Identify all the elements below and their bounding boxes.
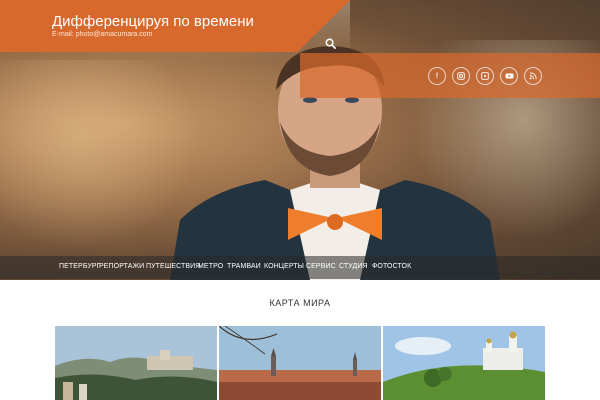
main-nav: ПЕТЕРБУРГ РЕПОРТАЖИ ПУТЕШЕСТВИЯ МЕТРО ТР… bbox=[0, 256, 600, 279]
youtube-icon[interactable] bbox=[500, 67, 518, 85]
gallery-thumb[interactable] bbox=[219, 326, 381, 400]
nav-item-peterburg[interactable]: ПЕТЕРБУРГ bbox=[59, 263, 101, 270]
site-email: E-mail: photo@amacumara.com bbox=[52, 31, 153, 38]
gallery-photo bbox=[55, 326, 217, 400]
gallery-photo bbox=[383, 326, 545, 400]
nav-item-reportazhi[interactable]: РЕПОРТАЖИ bbox=[99, 263, 144, 270]
nav-item-puteshestviya[interactable]: ПУТЕШЕСТВИЯ bbox=[146, 263, 200, 270]
nav-item-studiya[interactable]: СТУДИЯ bbox=[339, 263, 368, 270]
search-icon bbox=[325, 38, 336, 49]
nav-item-fotostok[interactable]: ФОТОСТОК bbox=[372, 263, 411, 270]
nav-item-servis[interactable]: СЕРВИС bbox=[306, 263, 336, 270]
bow-tie-knot bbox=[327, 214, 343, 230]
gallery-thumb[interactable] bbox=[55, 326, 217, 400]
nav-item-metro[interactable]: МЕТРО bbox=[198, 263, 223, 270]
gallery-photo bbox=[219, 326, 381, 400]
rss-icon[interactable] bbox=[524, 67, 542, 85]
facebook-icon[interactable]: f bbox=[428, 67, 446, 85]
nav-item-tramvai[interactable]: ТРАМВАИ bbox=[227, 263, 261, 270]
header-accent-band bbox=[300, 53, 600, 98]
site-title[interactable]: Дифференцируя по времени bbox=[52, 13, 254, 30]
hero-banner: Дифференцируя по времени E-mail: photo@a… bbox=[0, 0, 600, 280]
search-button[interactable] bbox=[318, 33, 342, 53]
flickr-icon[interactable] bbox=[476, 67, 494, 85]
gallery-thumb[interactable] bbox=[383, 326, 545, 400]
section-title: КАРТА МИРА bbox=[269, 298, 331, 308]
instagram-icon[interactable] bbox=[452, 67, 470, 85]
nav-item-kontserty[interactable]: КОНЦЕРТЫ bbox=[264, 263, 304, 270]
